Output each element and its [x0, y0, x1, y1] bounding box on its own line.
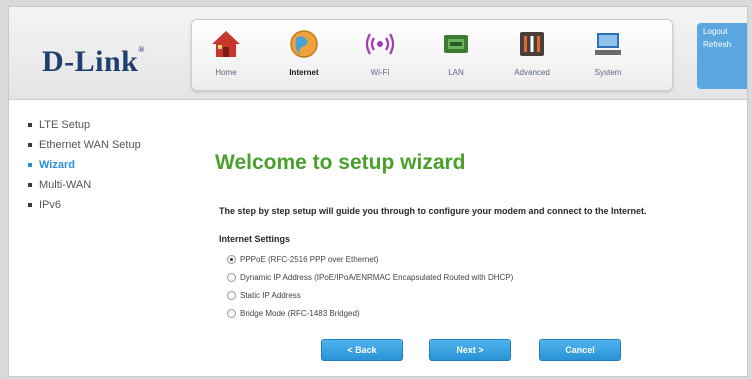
back-button[interactable]: < Back [321, 339, 403, 361]
internet-settings-heading: Internet Settings [219, 234, 291, 244]
next-button[interactable]: Next > [429, 339, 511, 361]
wizard-description: The step by step setup will guide you th… [219, 206, 647, 216]
cancel-button[interactable]: Cancel [539, 339, 621, 361]
nav-advanced[interactable]: Advanced [504, 24, 560, 86]
option-static-ip[interactable]: Static IP Address [227, 291, 301, 301]
advanced-icon [520, 32, 544, 56]
bullet-icon [28, 143, 32, 147]
option-pppoe[interactable]: PPPoE (RFC-2516 PPP over Ethernet) [227, 255, 379, 265]
wizard-panel: Welcome to setup wizard The step by step… [201, 123, 747, 376]
page-title: Welcome to setup wizard [215, 151, 466, 174]
sidebar-item-lte-setup[interactable]: LTE Setup [23, 115, 193, 135]
home-icon [212, 31, 240, 57]
sidebar-item-wizard[interactable]: Wizard [23, 155, 193, 175]
main-nav: Home Internet Wi-Fi LAN Advanced System [191, 19, 673, 91]
option-bridge-mode[interactable]: Bridge Mode (RFC-1483 Bridged) [227, 309, 360, 319]
radio-button[interactable] [227, 255, 236, 265]
bullet-icon [28, 123, 32, 127]
lan-icon [444, 35, 468, 53]
sidebar-item-ipv6[interactable]: IPv6 [23, 195, 193, 215]
bullet-icon [28, 163, 32, 167]
bullet-icon [28, 183, 32, 187]
nav-internet[interactable]: Internet [276, 24, 332, 86]
sidebar: LTE Setup Ethernet WAN Setup Wizard Mult… [23, 115, 193, 215]
bullet-icon [28, 203, 32, 207]
dlink-logo: D-Link® [42, 45, 145, 78]
nav-wifi[interactable]: Wi-Fi [352, 24, 408, 86]
option-dynamic-ip[interactable]: Dynamic IP Address (IPoE/IPoA/ENRMAC Enc… [227, 273, 513, 283]
nav-system[interactable]: System [580, 24, 636, 86]
radio-button[interactable] [227, 291, 236, 301]
radio-button[interactable] [227, 273, 236, 283]
router-admin-window: D-Link® Home Internet Wi-Fi LAN Advanced… [8, 6, 748, 377]
wifi-icon [365, 33, 395, 55]
nav-home[interactable]: Home [198, 24, 254, 86]
globe-icon [290, 30, 318, 58]
system-icon [595, 33, 621, 55]
radio-button[interactable] [227, 309, 236, 319]
refresh-link[interactable]: Refresh [697, 36, 747, 49]
header: D-Link® Home Internet Wi-Fi LAN Advanced… [9, 7, 747, 100]
logout-link[interactable]: Logout [697, 23, 747, 36]
account-panel: Logout Refresh [697, 23, 747, 89]
sidebar-item-multi-wan[interactable]: Multi-WAN [23, 175, 193, 195]
sidebar-item-ethernet-wan-setup[interactable]: Ethernet WAN Setup [23, 135, 193, 155]
nav-lan[interactable]: LAN [428, 24, 484, 86]
